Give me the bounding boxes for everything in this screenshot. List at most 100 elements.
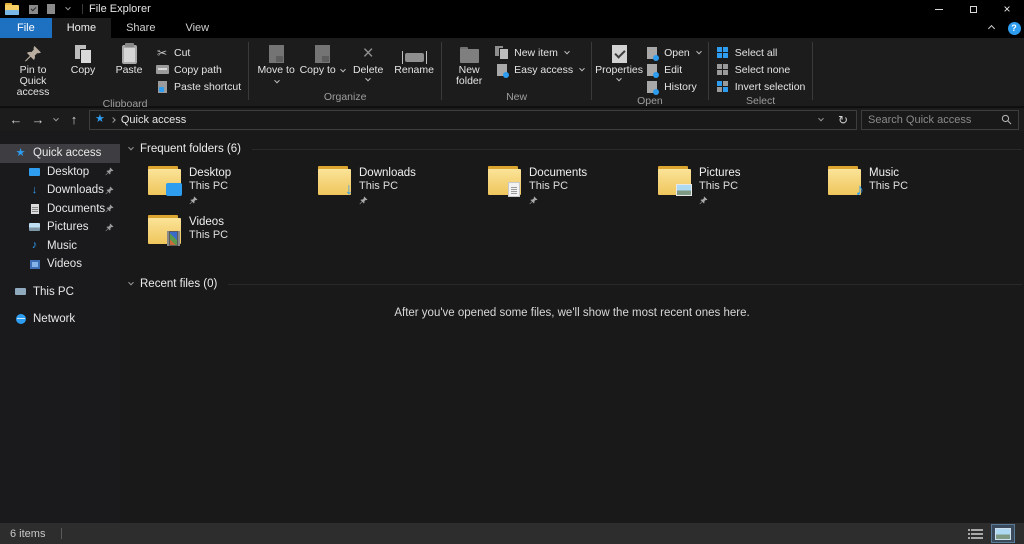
sidebar-item-videos[interactable]: Videos xyxy=(0,255,120,274)
copy-path-icon xyxy=(156,65,169,74)
ribbon-group-clipboard: Pin to Quick access Copy Paste ✂ Cut xyxy=(3,40,247,104)
videos-overlay-icon xyxy=(167,231,180,246)
pin-icon xyxy=(105,223,114,232)
sidebar-item-downloads[interactable]: ↓ Downloads xyxy=(0,181,120,200)
button-label: Select none xyxy=(735,64,790,76)
folder-tile-pictures[interactable]: Pictures This PC xyxy=(658,166,828,215)
button-label: Copy to xyxy=(300,65,345,76)
pin-to-quick-access-button[interactable]: Pin to Quick access xyxy=(6,41,60,98)
breadcrumb[interactable]: ★ Quick access ↻ xyxy=(89,110,857,130)
folder-tile-videos[interactable]: Videos This PC xyxy=(148,215,318,264)
pin-icon xyxy=(529,196,538,205)
history-button[interactable]: History xyxy=(642,78,704,95)
sidebar-item-music[interactable]: ♪ Music xyxy=(0,237,120,256)
tab-view[interactable]: View xyxy=(170,18,224,38)
tile-name: Videos xyxy=(189,216,228,229)
chevron-down-icon xyxy=(818,115,824,121)
sidebar-item-desktop[interactable]: Desktop xyxy=(0,163,120,182)
minimize-icon xyxy=(935,9,943,10)
desktop-overlay-icon xyxy=(166,183,182,196)
sidebar-item-label: Pictures xyxy=(47,221,89,233)
easy-access-button[interactable]: Easy access xyxy=(492,61,587,78)
sidebar-item-quick-access[interactable]: ★ Quick access xyxy=(0,144,120,163)
maximize-icon xyxy=(970,6,977,13)
forward-button[interactable]: → xyxy=(27,110,49,130)
navigation-pane: ★ Quick access Desktop ↓ Downloads Docum… xyxy=(0,131,120,523)
properties-icon xyxy=(29,5,38,14)
pin-icon xyxy=(105,186,114,195)
folder-icon xyxy=(658,166,691,195)
address-dropdown-button[interactable] xyxy=(813,118,829,122)
tile-location: This PC xyxy=(699,180,741,193)
search-input[interactable] xyxy=(868,114,1001,126)
tab-home[interactable]: Home xyxy=(52,18,111,38)
qat-customize-button[interactable] xyxy=(59,1,76,17)
back-button[interactable]: ← xyxy=(5,110,27,130)
paste-shortcut-button[interactable]: Paste shortcut xyxy=(152,78,244,95)
thumbnails-view-button[interactable] xyxy=(992,525,1014,542)
titlebar-separator xyxy=(82,4,83,14)
button-label: Properties xyxy=(595,65,643,76)
new-folder-button[interactable]: New folder xyxy=(446,41,492,87)
minimize-ribbon-button[interactable] xyxy=(978,18,1004,38)
invert-selection-icon xyxy=(717,81,728,92)
folder-tile-documents[interactable]: Documents This PC xyxy=(488,166,658,215)
details-view-button[interactable] xyxy=(966,525,988,542)
invert-selection-button[interactable]: Invert selection xyxy=(713,78,809,95)
open-button[interactable]: Open xyxy=(642,44,704,61)
button-label: Invert selection xyxy=(735,81,806,93)
maximize-button[interactable] xyxy=(956,0,990,18)
sidebar-item-documents[interactable]: Documents xyxy=(0,200,120,219)
status-bar: 6 items xyxy=(0,523,1024,544)
cut-button[interactable]: ✂ Cut xyxy=(152,44,244,61)
button-label: Cut xyxy=(174,47,190,59)
help-button[interactable]: ? xyxy=(1004,18,1024,38)
select-all-button[interactable]: Select all xyxy=(713,44,809,61)
sidebar-item-this-pc[interactable]: This PC xyxy=(0,283,120,302)
copy-button[interactable]: Copy xyxy=(60,41,106,76)
tile-location: This PC xyxy=(189,229,228,242)
dropdown-caret-icon xyxy=(365,76,371,82)
tab-file[interactable]: File xyxy=(0,18,52,38)
paste-button[interactable]: Paste xyxy=(106,41,152,76)
network-icon xyxy=(16,314,26,324)
recent-files-header[interactable]: Recent files (0) xyxy=(120,278,1024,290)
folder-tile-downloads[interactable]: ↓ Downloads This PC xyxy=(318,166,488,215)
new-item-button[interactable]: New item xyxy=(492,44,587,61)
sidebar-item-network[interactable]: Network xyxy=(0,310,120,329)
content-area: ★ Quick access Desktop ↓ Downloads Docum… xyxy=(0,131,1024,523)
copy-icon xyxy=(75,45,92,64)
tab-share[interactable]: Share xyxy=(111,18,170,38)
select-none-icon xyxy=(717,64,728,75)
qat-new-folder-button[interactable] xyxy=(42,1,59,17)
properties-button[interactable]: Properties xyxy=(596,41,642,82)
sidebar-item-pictures[interactable]: Pictures xyxy=(0,218,120,237)
close-button[interactable]: × xyxy=(990,0,1024,18)
minimize-button[interactable] xyxy=(922,0,956,18)
history-icon xyxy=(647,81,657,93)
folder-icon xyxy=(148,215,181,244)
window-title: File Explorer xyxy=(89,3,151,15)
qat-properties-button[interactable] xyxy=(25,1,42,17)
up-button[interactable]: ↑ xyxy=(63,110,85,130)
music-icon: ♪ xyxy=(32,240,38,251)
rename-button[interactable]: Rename xyxy=(391,41,437,76)
new-folder-icon xyxy=(460,47,479,63)
recent-locations-button[interactable] xyxy=(49,110,63,130)
copy-to-button[interactable]: Copy to xyxy=(299,41,345,76)
tile-name: Downloads xyxy=(359,167,416,180)
breadcrumb-segment[interactable]: Quick access xyxy=(121,114,186,126)
move-to-button[interactable]: Move to xyxy=(253,41,299,87)
ribbon-tab-strip: File Home Share View ? xyxy=(0,18,1024,38)
delete-button[interactable]: × Delete xyxy=(345,41,391,82)
select-none-button[interactable]: Select none xyxy=(713,61,809,78)
dropdown-caret-icon xyxy=(274,78,280,84)
file-explorer-app-icon xyxy=(5,3,19,15)
folder-tile-desktop[interactable]: Desktop This PC xyxy=(148,166,318,215)
refresh-button[interactable]: ↻ xyxy=(835,113,851,127)
folder-tile-music[interactable]: ♪ Music This PC xyxy=(828,166,998,215)
copy-path-button[interactable]: Copy path xyxy=(152,61,244,78)
edit-button[interactable]: Edit xyxy=(642,61,704,78)
frequent-folders-header[interactable]: Frequent folders (6) xyxy=(120,143,1024,155)
easy-access-icon xyxy=(497,64,507,76)
